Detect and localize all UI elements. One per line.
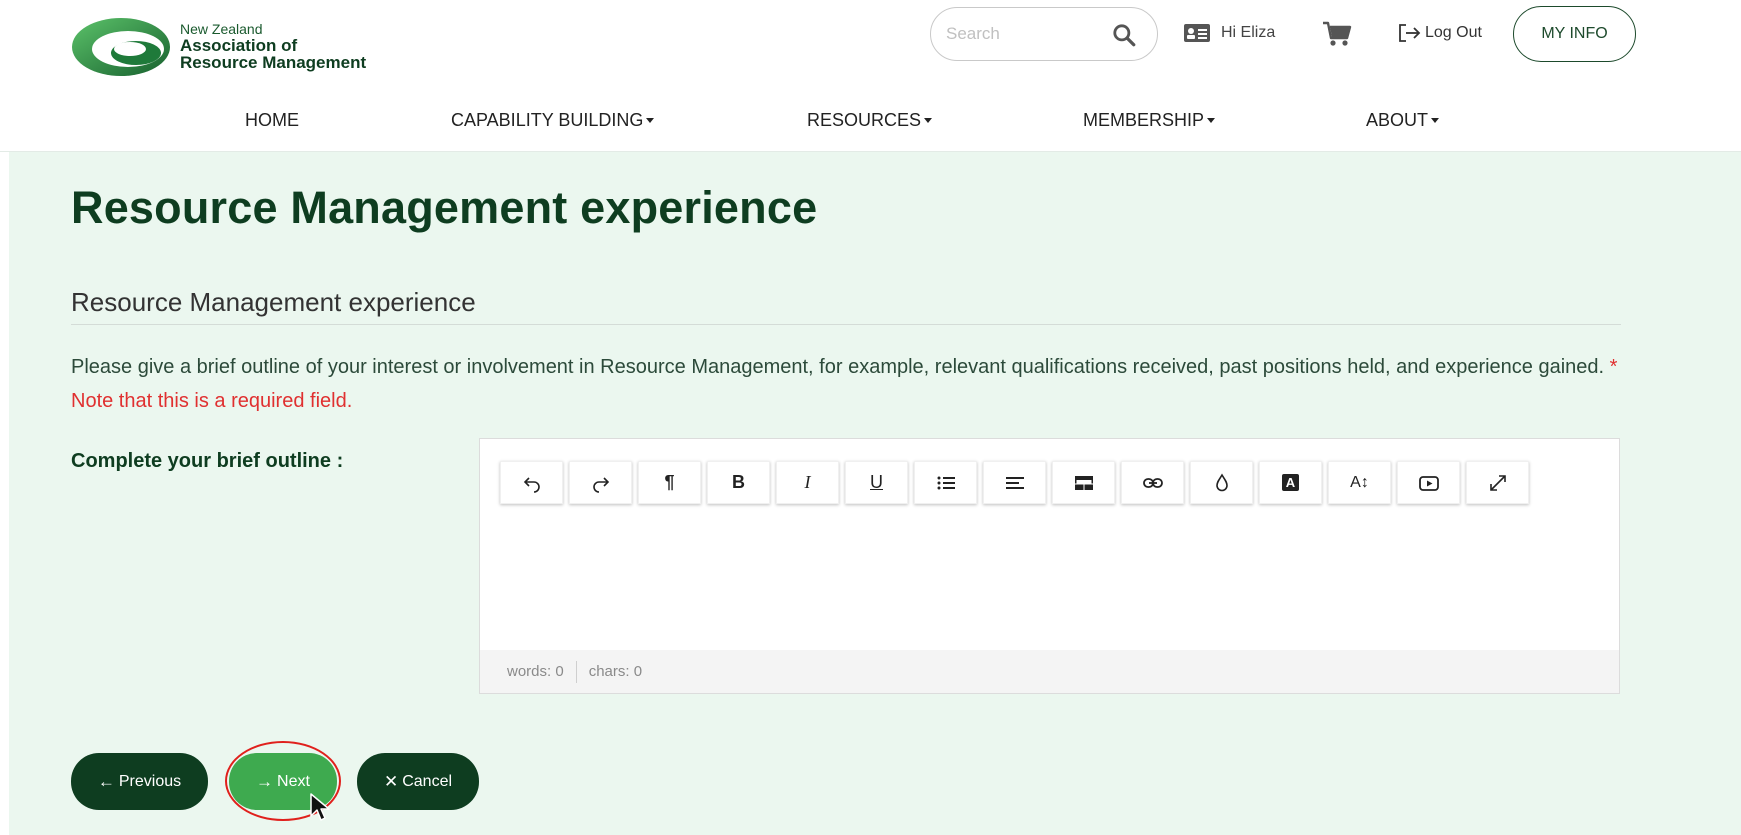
search-box xyxy=(930,7,1158,61)
logo-line-1: New Zealand xyxy=(180,20,263,37)
logo-text: New Zealand Association of Resource Mana… xyxy=(180,22,366,72)
link-button[interactable] xyxy=(1121,461,1184,504)
highlight-icon: A xyxy=(1281,474,1300,491)
nav-item-label: HOME xyxy=(245,110,299,130)
nav-item-membership[interactable]: MEMBERSHIP xyxy=(1083,110,1216,131)
editor-statusbar: words: 0 chars: 0 xyxy=(480,650,1619,693)
nav-item-about[interactable]: ABOUT xyxy=(1366,110,1440,131)
table-button[interactable] xyxy=(1052,461,1115,504)
outline-field-label: Complete your brief outline : xyxy=(71,450,344,472)
search-input[interactable] xyxy=(946,24,1106,44)
previous-label: Previous xyxy=(118,772,182,790)
my-info-button[interactable]: MY INFO xyxy=(1513,6,1636,62)
section-title: Resource Management experience xyxy=(71,287,476,317)
color-button[interactable] xyxy=(1190,461,1253,504)
close-icon: ✕ xyxy=(383,771,399,791)
nav-item-capability-building[interactable]: CAPABILITY BUILDING xyxy=(451,110,655,131)
user-greeting[interactable]: Hi Eliza xyxy=(1183,22,1275,44)
cancel-label: Cancel xyxy=(402,772,453,790)
nav-item-label: CAPABILITY BUILDING xyxy=(451,110,644,130)
site-header: New Zealand Association of Resource Mana… xyxy=(0,0,1741,152)
word-count: words: 0 xyxy=(507,663,564,680)
page-title: Resource Management experience xyxy=(71,182,818,233)
paragraph-button[interactable]: ¶ xyxy=(638,461,701,504)
rich-text-editor: ¶ B I U A A↕ words: 0 chars: 0 xyxy=(479,438,1620,694)
nav-item-resources[interactable]: RESOURCES xyxy=(807,110,933,131)
chevron-down-icon xyxy=(646,118,655,123)
nav-item-label: ABOUT xyxy=(1366,110,1429,130)
italic-button[interactable]: I xyxy=(776,461,839,504)
align-icon xyxy=(1005,476,1024,489)
bold-icon: B xyxy=(732,472,745,492)
main-nav: HOME CAPABILITY BUILDING RESOURCES MEMBE… xyxy=(0,110,1741,138)
nav-item-label: RESOURCES xyxy=(807,110,922,130)
logo-line-2: Association of xyxy=(180,35,298,55)
chevron-down-icon xyxy=(1207,118,1216,123)
fullscreen-icon xyxy=(1489,474,1506,491)
font-size-icon: A↕ xyxy=(1350,473,1369,491)
highlight-button[interactable]: A xyxy=(1259,461,1322,504)
editor-text-area[interactable] xyxy=(480,517,1619,627)
paragraph-icon: ¶ xyxy=(664,472,675,492)
underline-icon: U xyxy=(870,472,883,492)
font-size-button[interactable]: A↕ xyxy=(1328,461,1391,504)
fullscreen-button[interactable] xyxy=(1466,461,1529,504)
align-button[interactable] xyxy=(983,461,1046,504)
logout-icon xyxy=(1399,24,1421,42)
color-icon xyxy=(1215,472,1228,491)
section-divider xyxy=(71,324,1621,325)
nav-item-label: MEMBERSHIP xyxy=(1083,110,1205,130)
logo-swirl-icon xyxy=(72,18,170,76)
redo-button[interactable] xyxy=(569,461,632,504)
cart-icon[interactable] xyxy=(1322,20,1352,48)
mouse-cursor-icon xyxy=(310,793,330,821)
arrow-right-icon: → xyxy=(256,771,274,791)
list-button[interactable] xyxy=(914,461,977,504)
redo-icon xyxy=(592,476,609,493)
previous-button[interactable]: ← Previous xyxy=(71,753,208,810)
list-icon xyxy=(937,476,955,489)
underline-button[interactable]: U xyxy=(845,461,908,504)
next-label: Next xyxy=(277,772,310,790)
chevron-down-icon xyxy=(1431,118,1440,123)
video-button[interactable] xyxy=(1397,461,1460,504)
intro-text: Please give a brief outline of your inte… xyxy=(71,350,1631,418)
italic-icon: I xyxy=(804,472,811,492)
nav-item-home[interactable]: HOME xyxy=(245,110,299,131)
editor-toolbar: ¶ B I U A A↕ xyxy=(500,461,1529,505)
search-icon[interactable] xyxy=(1111,22,1137,48)
id-card-icon xyxy=(1184,24,1210,42)
table-icon xyxy=(1074,475,1093,490)
logout-label: Log Out xyxy=(1425,24,1482,41)
chevron-down-icon xyxy=(924,118,933,123)
bold-button[interactable]: B xyxy=(707,461,770,504)
link-icon xyxy=(1142,477,1163,488)
site-logo[interactable]: New Zealand Association of Resource Mana… xyxy=(70,16,366,78)
intro-body: Please give a brief outline of your inte… xyxy=(71,356,1605,378)
main-content: Resource Management experience Resource … xyxy=(9,152,1741,835)
statusbar-divider xyxy=(575,660,577,683)
undo-button[interactable] xyxy=(500,461,563,504)
undo-icon xyxy=(523,476,540,493)
greeting-text: Hi Eliza xyxy=(1221,24,1276,41)
video-icon xyxy=(1418,475,1439,491)
cancel-button[interactable]: ✕ Cancel xyxy=(357,753,479,810)
arrow-left-icon: ← xyxy=(97,771,115,791)
logo-line-3: Resource Management xyxy=(180,53,367,73)
logout-link[interactable]: Log Out xyxy=(1397,22,1482,44)
char-count: chars: 0 xyxy=(588,663,643,680)
